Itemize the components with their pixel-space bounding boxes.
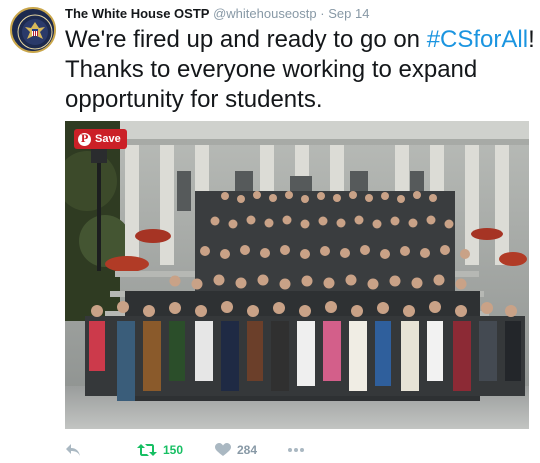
presidential-seal-icon bbox=[14, 11, 54, 51]
separator: · bbox=[320, 6, 325, 21]
tweet-photo[interactable] bbox=[65, 121, 529, 429]
retweet-button[interactable]: 150 bbox=[137, 441, 183, 459]
like-button[interactable]: 284 bbox=[215, 441, 257, 459]
tweet-actions: 150 284 bbox=[65, 441, 535, 459]
tweet-text: We're fired up and ready to go on #CSfor… bbox=[65, 25, 535, 115]
hashtag-link[interactable]: #CSforAll bbox=[427, 26, 528, 53]
save-button-label: Save bbox=[95, 133, 121, 145]
avatar[interactable] bbox=[10, 7, 56, 53]
reply-button[interactable] bbox=[65, 441, 81, 459]
like-count: 284 bbox=[237, 443, 258, 457]
pinterest-save-button[interactable]: P Save bbox=[74, 129, 127, 149]
pinterest-icon: P bbox=[78, 132, 91, 146]
author-handle[interactable]: @whitehouseostp bbox=[213, 6, 317, 21]
tweet-header: The White House OSTP @whitehouseostp · S… bbox=[65, 6, 369, 22]
reply-icon bbox=[66, 444, 80, 456]
tweet-date[interactable]: Sep 14 bbox=[328, 6, 369, 21]
more-dots-icon bbox=[288, 448, 304, 452]
retweet-count: 150 bbox=[163, 443, 184, 457]
more-button[interactable] bbox=[287, 441, 305, 459]
retweet-icon bbox=[137, 444, 157, 456]
group-photo-image bbox=[65, 121, 529, 429]
heart-icon bbox=[215, 443, 231, 456]
author-name[interactable]: The White House OSTP bbox=[65, 6, 209, 21]
tweet-text-before: We're fired up and ready to go on bbox=[65, 26, 427, 53]
tweet: The White House OSTP @whitehouseostp · S… bbox=[0, 0, 540, 463]
